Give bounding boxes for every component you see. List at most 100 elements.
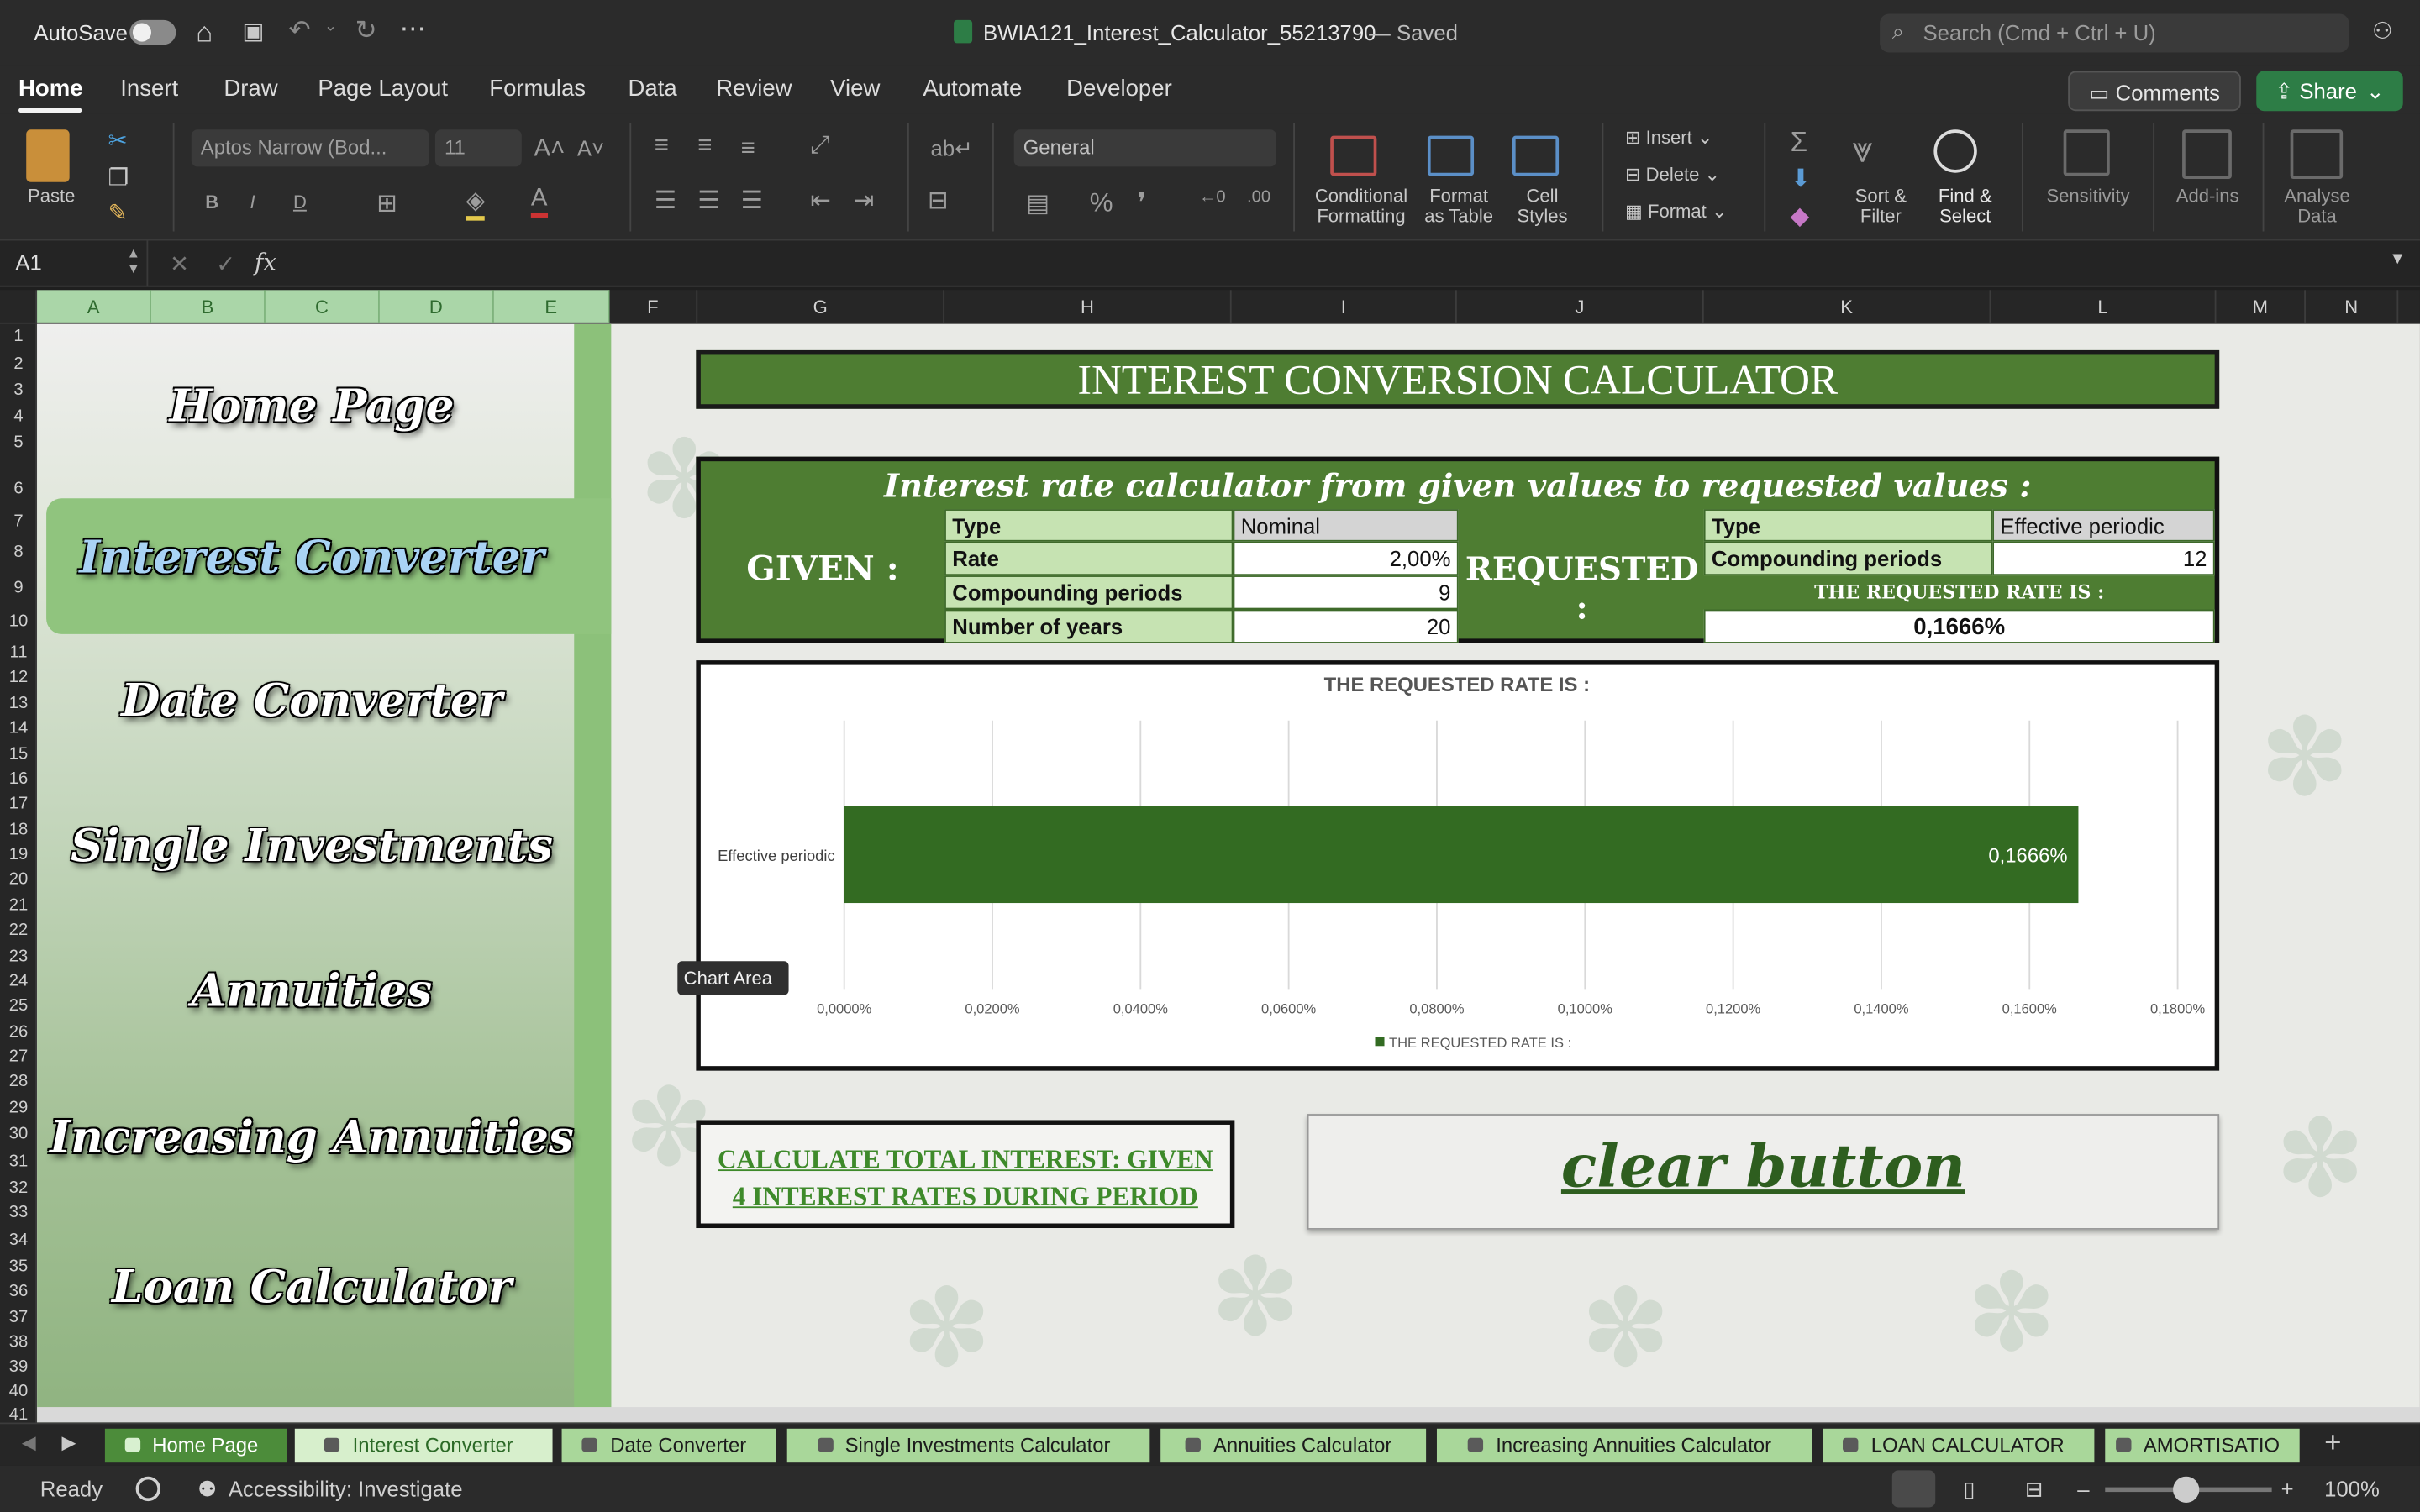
decrease-indent-icon[interactable]: ⇤ [810, 185, 831, 216]
cell-styles-icon[interactable] [1512, 135, 1560, 176]
row-header[interactable]: 26 [0, 1023, 37, 1042]
nav-single-investments[interactable]: Single Investments [37, 819, 587, 871]
bold-icon[interactable]: B [205, 192, 218, 213]
tab-insert[interactable]: Insert [120, 76, 178, 102]
font-color-icon[interactable]: A [530, 185, 548, 218]
merge-cells-icon[interactable]: ⊟ [928, 185, 949, 216]
row-header[interactable]: 27 [0, 1047, 37, 1066]
clipboard-icon[interactable] [26, 129, 70, 182]
undo-icon[interactable]: ↶ [288, 15, 310, 46]
row-header[interactable]: 28 [0, 1073, 37, 1091]
row-header[interactable]: 31 [0, 1152, 37, 1171]
row-header[interactable]: 35 [0, 1257, 37, 1276]
addins-label[interactable]: Add-ins [2176, 186, 2239, 207]
worksheet[interactable]: ✽ ✽ ✽ ✽ ✽ ✽ ✽ ✽ Home Page Interest Conve… [37, 323, 2420, 1423]
column-header[interactable]: K [1704, 290, 1991, 323]
formula-input[interactable] [308, 250, 2376, 278]
analyse-data-icon[interactable] [2290, 129, 2344, 180]
wrap-text-icon[interactable]: ab↵ [931, 136, 973, 162]
row-header[interactable]: 5 [0, 433, 37, 452]
given-type-value[interactable]: Nominal [1233, 509, 1459, 542]
tab-draw[interactable]: Draw [224, 76, 277, 102]
row-header[interactable]: 29 [0, 1099, 37, 1117]
autosave-toggle[interactable] [129, 19, 176, 45]
requested-rate-chart[interactable]: THE REQUESTED RATE IS : 0,0000% 0,0200% 0,0… [696, 660, 2220, 1071]
row-header[interactable]: 14 [0, 719, 37, 738]
nav-loan-calculator[interactable]: Loan Calculator [37, 1261, 587, 1313]
fill-color-icon[interactable]: ◈ [466, 185, 486, 221]
column-header[interactable]: B [150, 290, 266, 323]
sheet-tab-date-converter[interactable]: Date Converter [561, 1428, 776, 1463]
conditional-formatting-label[interactable]: Conditional Formatting [1315, 186, 1407, 227]
scroll-right-icon[interactable]: ▶ [61, 1431, 76, 1453]
column-header[interactable]: D [379, 290, 494, 323]
clear-button[interactable]: clear button [1307, 1114, 2220, 1230]
tab-developer[interactable]: Developer [1066, 76, 1172, 102]
tab-view[interactable]: View [830, 76, 880, 102]
more-icon[interactable]: ⋯ [400, 14, 426, 45]
nav-date-converter[interactable]: Date Converter [37, 675, 587, 727]
column-header[interactable]: A [37, 290, 151, 323]
row-header[interactable]: 8 [0, 543, 37, 562]
sort-filter-label[interactable]: Sort & Filter [1855, 186, 1907, 227]
insert-cells-button[interactable]: ⊞ Insert ⌄ [1625, 128, 1712, 148]
sort-filter-icon[interactable]: ⩔ [1852, 129, 1873, 172]
autosum-icon[interactable]: Σ [1791, 127, 1807, 160]
row-header[interactable]: 17 [0, 795, 37, 813]
given-rate-value[interactable]: 2,00% [1233, 541, 1459, 576]
row-header[interactable]: 6 [0, 480, 37, 498]
expand-formula-icon[interactable]: ▼ [2389, 250, 2406, 269]
format-as-table-label[interactable]: Format as Table [1424, 186, 1493, 227]
sensitivity-label[interactable]: Sensitivity [2046, 186, 2129, 207]
tab-page-layout[interactable]: Page Layout [318, 76, 448, 102]
row-header[interactable]: 40 [0, 1383, 37, 1401]
sheet-tab-interest-converter[interactable]: Interest Converter [294, 1428, 553, 1463]
given-years-value[interactable]: 20 [1233, 609, 1459, 643]
row-header[interactable]: 37 [0, 1309, 37, 1327]
row-header[interactable]: 7 [0, 512, 37, 531]
font-name-select[interactable]: Aptos Narrow (Bod... [191, 129, 429, 167]
row-header[interactable]: 12 [0, 668, 37, 686]
tab-home[interactable]: Home [18, 76, 83, 102]
row-header[interactable]: 34 [0, 1231, 37, 1250]
row-header[interactable]: 36 [0, 1282, 37, 1300]
sheet-tab-annuities[interactable]: Annuities Calculator [1160, 1428, 1427, 1463]
requested-compounding-value[interactable]: 12 [1992, 541, 2215, 576]
sheet-tab-loan-calculator[interactable]: LOAN CALCULATOR [1823, 1428, 2095, 1463]
row-header[interactable]: 20 [0, 870, 37, 889]
increase-indent-icon[interactable]: ⇥ [854, 185, 875, 216]
paste-label[interactable]: Paste [28, 186, 75, 207]
cut-icon[interactable]: ✂ [108, 127, 128, 154]
format-painter-icon[interactable]: ✎ [108, 199, 128, 227]
align-bottom-icon[interactable]: ≡ [741, 136, 755, 164]
search-input[interactable]: ⌕ Search (Cmd + Ctrl + U) [1880, 13, 2349, 53]
row-header[interactable]: 3 [0, 381, 37, 400]
comma-style-icon[interactable]: ❜ [1138, 188, 1146, 219]
nav-home-page[interactable]: Home Page [37, 380, 587, 432]
align-top-icon[interactable]: ≡ [655, 133, 669, 160]
orientation-icon[interactable]: ⤢ [810, 133, 830, 160]
increase-font-icon[interactable]: A˄ [534, 136, 565, 164]
accounting-format-icon[interactable]: ▤ [1026, 188, 1050, 219]
addins-icon[interactable] [2182, 129, 2232, 180]
page-layout-view-icon[interactable]: ▯ [1963, 1477, 1975, 1503]
save-icon[interactable]: ▣ [242, 17, 264, 45]
zoom-level[interactable]: 100% [2324, 1477, 2380, 1501]
borders-icon[interactable]: ⊞ [376, 188, 397, 219]
align-right-icon[interactable]: ☰ [741, 185, 763, 216]
italic-icon[interactable]: I [250, 192, 255, 213]
sheet-tab-amortisation[interactable]: AMORTISATIO [2105, 1428, 2300, 1463]
account-icon[interactable]: ⚇ [2372, 17, 2393, 45]
column-header[interactable]: G [697, 290, 945, 323]
row-header[interactable]: 1 [0, 327, 37, 345]
column-header[interactable]: F [609, 290, 698, 323]
zoom-out-icon[interactable]: – [2077, 1477, 2089, 1501]
row-header[interactable]: 24 [0, 972, 37, 990]
find-select-label[interactable]: Find & Select [1939, 186, 1992, 227]
zoom-in-icon[interactable]: + [2281, 1477, 2294, 1501]
sensitivity-icon[interactable] [2063, 129, 2110, 176]
font-size-select[interactable]: 11 [434, 129, 522, 167]
requested-type-value[interactable]: Effective periodic [1992, 509, 2215, 542]
column-header[interactable]: C [265, 290, 380, 323]
select-all-corner[interactable] [0, 290, 38, 323]
